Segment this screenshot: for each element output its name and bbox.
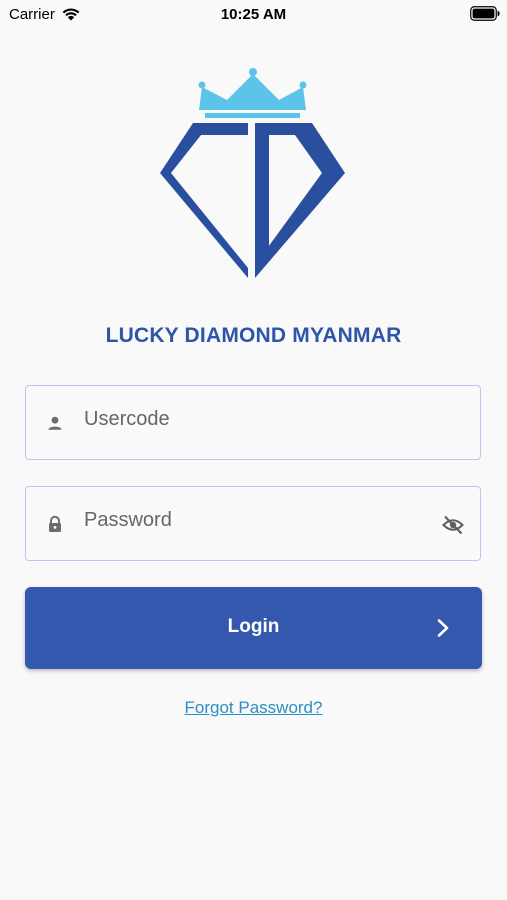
- battery-icon: [470, 6, 500, 21]
- login-label: Login: [227, 616, 280, 637]
- password-input[interactable]: [84, 501, 414, 539]
- login-button[interactable]: Login: [25, 587, 482, 669]
- person-icon: [48, 416, 62, 430]
- chevron-right-icon: [437, 619, 449, 637]
- forgot-password-link[interactable]: Forgot Password?: [0, 698, 507, 718]
- lock-icon: [49, 515, 61, 532]
- usercode-input[interactable]: [84, 400, 414, 438]
- brand-title: LUCKY DIAMOND MYANMAR: [105, 324, 402, 347]
- status-bar: Carrier 10:25 AM: [0, 0, 507, 30]
- status-time: 10:25 AM: [220, 6, 287, 23]
- brand-logo: [160, 68, 345, 278]
- password-field[interactable]: [25, 486, 481, 561]
- diamond-icon: [160, 123, 345, 278]
- usercode-field[interactable]: [25, 385, 481, 460]
- crown-icon: [198, 68, 307, 118]
- eye-off-icon[interactable]: [442, 514, 464, 536]
